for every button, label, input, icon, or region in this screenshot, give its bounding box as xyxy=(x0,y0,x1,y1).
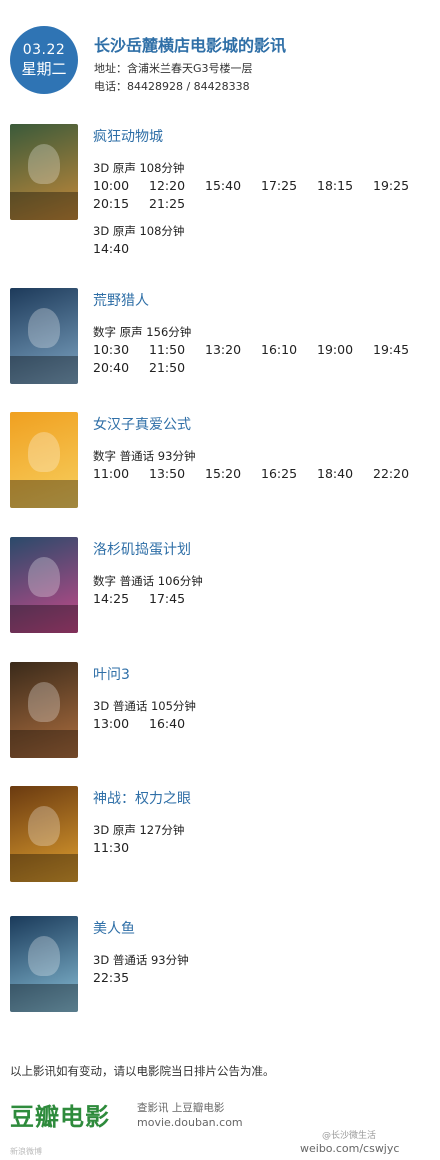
showtime[interactable]: 12:20 xyxy=(149,177,205,195)
poster-figure xyxy=(28,308,60,348)
schedule-notice: 以上影讯如有变动，请以电影院当日排片公告为准。 xyxy=(10,1064,275,1078)
showtime[interactable]: 15:40 xyxy=(205,177,261,195)
showtime-list: 10:00 12:20 15:40 17:25 18:15 19:25 20:15 21:25 xyxy=(93,177,433,213)
showtime-list: 13:00 16:40 xyxy=(93,715,433,733)
poster-band xyxy=(10,730,78,758)
showtime[interactable]: 14:40 xyxy=(93,240,149,258)
session-format: 数字 普通话 93分钟 xyxy=(93,449,196,463)
poster-band xyxy=(10,854,78,882)
showtime-list: 11:00 13:50 15:20 16:25 18:40 22:20 xyxy=(93,465,433,483)
showtime[interactable]: 16:10 xyxy=(261,341,317,359)
showtime[interactable]: 19:45 xyxy=(373,341,429,359)
showtime[interactable]: 18:40 xyxy=(317,465,373,483)
session-format: 3D 原声 127分钟 xyxy=(93,823,185,837)
showtime[interactable]: 21:25 xyxy=(149,195,205,213)
movie-title[interactable]: 美人鱼 xyxy=(93,918,135,938)
poster-band xyxy=(10,356,78,384)
session-format: 3D 原声 108分钟 xyxy=(93,224,185,238)
showtime[interactable]: 11:30 xyxy=(93,839,149,857)
movie-title[interactable]: 荒野猎人 xyxy=(93,290,149,310)
showtime[interactable]: 20:15 xyxy=(93,195,149,213)
movie-poster[interactable] xyxy=(10,288,78,384)
showtime[interactable]: 21:50 xyxy=(149,359,205,377)
showtime[interactable]: 16:40 xyxy=(149,715,205,733)
cinema-address: 地址：含浦米兰春天G3号楼一层 xyxy=(94,62,253,75)
showtime[interactable]: 16:25 xyxy=(261,465,317,483)
poster-figure xyxy=(28,432,60,472)
douban-site-link[interactable]: movie.douban.com xyxy=(137,1116,243,1129)
movie-title[interactable]: 疯狂动物城 xyxy=(93,126,163,146)
weekday-text: 星期二 xyxy=(21,60,67,78)
showtime[interactable]: 22:20 xyxy=(373,465,429,483)
poster-band xyxy=(10,480,78,508)
movie-poster[interactable] xyxy=(10,786,78,882)
showtime[interactable]: 10:00 xyxy=(93,177,149,195)
showtime[interactable]: 17:25 xyxy=(261,177,317,195)
movie-title[interactable]: 神战：权力之眼 xyxy=(93,788,191,808)
showtime[interactable]: 11:50 xyxy=(149,341,205,359)
poster-band xyxy=(10,605,78,633)
showtime[interactable]: 19:00 xyxy=(317,341,373,359)
showtime[interactable]: 19:25 xyxy=(373,177,429,195)
movie-title[interactable]: 洛杉矶捣蛋计划 xyxy=(93,539,191,559)
date-badge: 03.22 星期二 xyxy=(10,26,78,94)
session-format: 数字 普通话 106分钟 xyxy=(93,574,203,588)
douban-movie-logo: 豆瓣电影 xyxy=(10,1103,110,1131)
movie-poster[interactable] xyxy=(10,916,78,1012)
page-header: 03.22 星期二 长沙岳麓横店电影城的影讯 地址：含浦米兰春天G3号楼一层 电… xyxy=(0,0,440,110)
douban-slogan: 查影讯 上豆瓣电影 xyxy=(137,1102,225,1114)
showtime[interactable]: 18:15 xyxy=(317,177,373,195)
showtime-list: 14:40 xyxy=(93,240,433,258)
date-text: 03.22 xyxy=(22,42,66,58)
movie-poster[interactable] xyxy=(10,412,78,508)
weibo-watermark-url: weibo.com/cswjyc xyxy=(300,1142,400,1155)
movie-item[interactable]: 叶问3 3D 普通话 105分钟 13:00 16:40 xyxy=(0,662,440,772)
showtime[interactable]: 13:00 xyxy=(93,715,149,733)
session-format: 数字 原声 156分钟 xyxy=(93,325,192,339)
showtime-list: 14:25 17:45 xyxy=(93,590,433,608)
showtime-list: 10:30 11:50 13:20 16:10 19:00 19:45 20:40 21:50 xyxy=(93,341,433,377)
showtime[interactable]: 14:25 xyxy=(93,590,149,608)
showtime[interactable]: 17:45 xyxy=(149,590,205,608)
movie-poster[interactable] xyxy=(10,662,78,758)
showtime[interactable]: 15:20 xyxy=(205,465,261,483)
session-format: 3D 原声 108分钟 xyxy=(93,161,185,175)
movie-poster[interactable] xyxy=(10,124,78,220)
movie-title[interactable]: 叶问3 xyxy=(93,664,130,684)
showtime[interactable]: 10:30 xyxy=(93,341,149,359)
poster-band xyxy=(10,192,78,220)
movie-poster[interactable] xyxy=(10,537,78,633)
showtime[interactable]: 20:40 xyxy=(93,359,149,377)
showtime[interactable]: 13:20 xyxy=(205,341,261,359)
cinema-phone: 电话：84428928 / 84428338 xyxy=(94,80,250,93)
weibo-watermark-left: 新浪微博 xyxy=(10,1147,42,1156)
showtime[interactable]: 11:00 xyxy=(93,465,149,483)
showtime[interactable]: 22:35 xyxy=(93,969,149,987)
weibo-watermark-handle: @长沙微生活 xyxy=(322,1131,377,1141)
movie-item[interactable]: 荒野猎人数字 原声 156分钟 10:30 11:50 13:20 16:10 19:00… xyxy=(0,288,440,398)
poster-figure xyxy=(28,936,60,976)
showtime-list: 11:30 xyxy=(93,839,433,857)
poster-figure xyxy=(28,682,60,722)
poster-figure xyxy=(28,144,60,184)
movie-title[interactable]: 女汉子真爱公式 xyxy=(93,414,191,434)
poster-band xyxy=(10,984,78,1012)
showtime[interactable]: 13:50 xyxy=(149,465,205,483)
movie-item[interactable]: 美人鱼 3D 普通话 93分钟 22:35 xyxy=(0,916,440,1026)
poster-figure xyxy=(28,806,60,846)
movie-item[interactable]: 疯狂动物城 3D 原声 108分钟 10:00 12:20 15:40 17:25 18:1… xyxy=(0,124,440,256)
showtime-list: 22:35 xyxy=(93,969,433,987)
cinema-name: 长沙岳麓横店电影城的影讯 xyxy=(94,36,287,55)
session-format: 3D 普通话 105分钟 xyxy=(93,699,196,713)
movie-item[interactable]: 女汉子真爱公式数字 普通话 93分钟 11:00 13:50 15:20 16:25 18… xyxy=(0,412,440,522)
movie-item[interactable]: 洛杉矶捣蛋计划数字 普通话 106分钟 14:25 17:45 xyxy=(0,537,440,647)
session-format: 3D 普通话 93分钟 xyxy=(93,953,189,967)
movie-item[interactable]: 神战：权力之眼 3D 原声 127分钟 11:30 xyxy=(0,786,440,896)
poster-figure xyxy=(28,557,60,597)
